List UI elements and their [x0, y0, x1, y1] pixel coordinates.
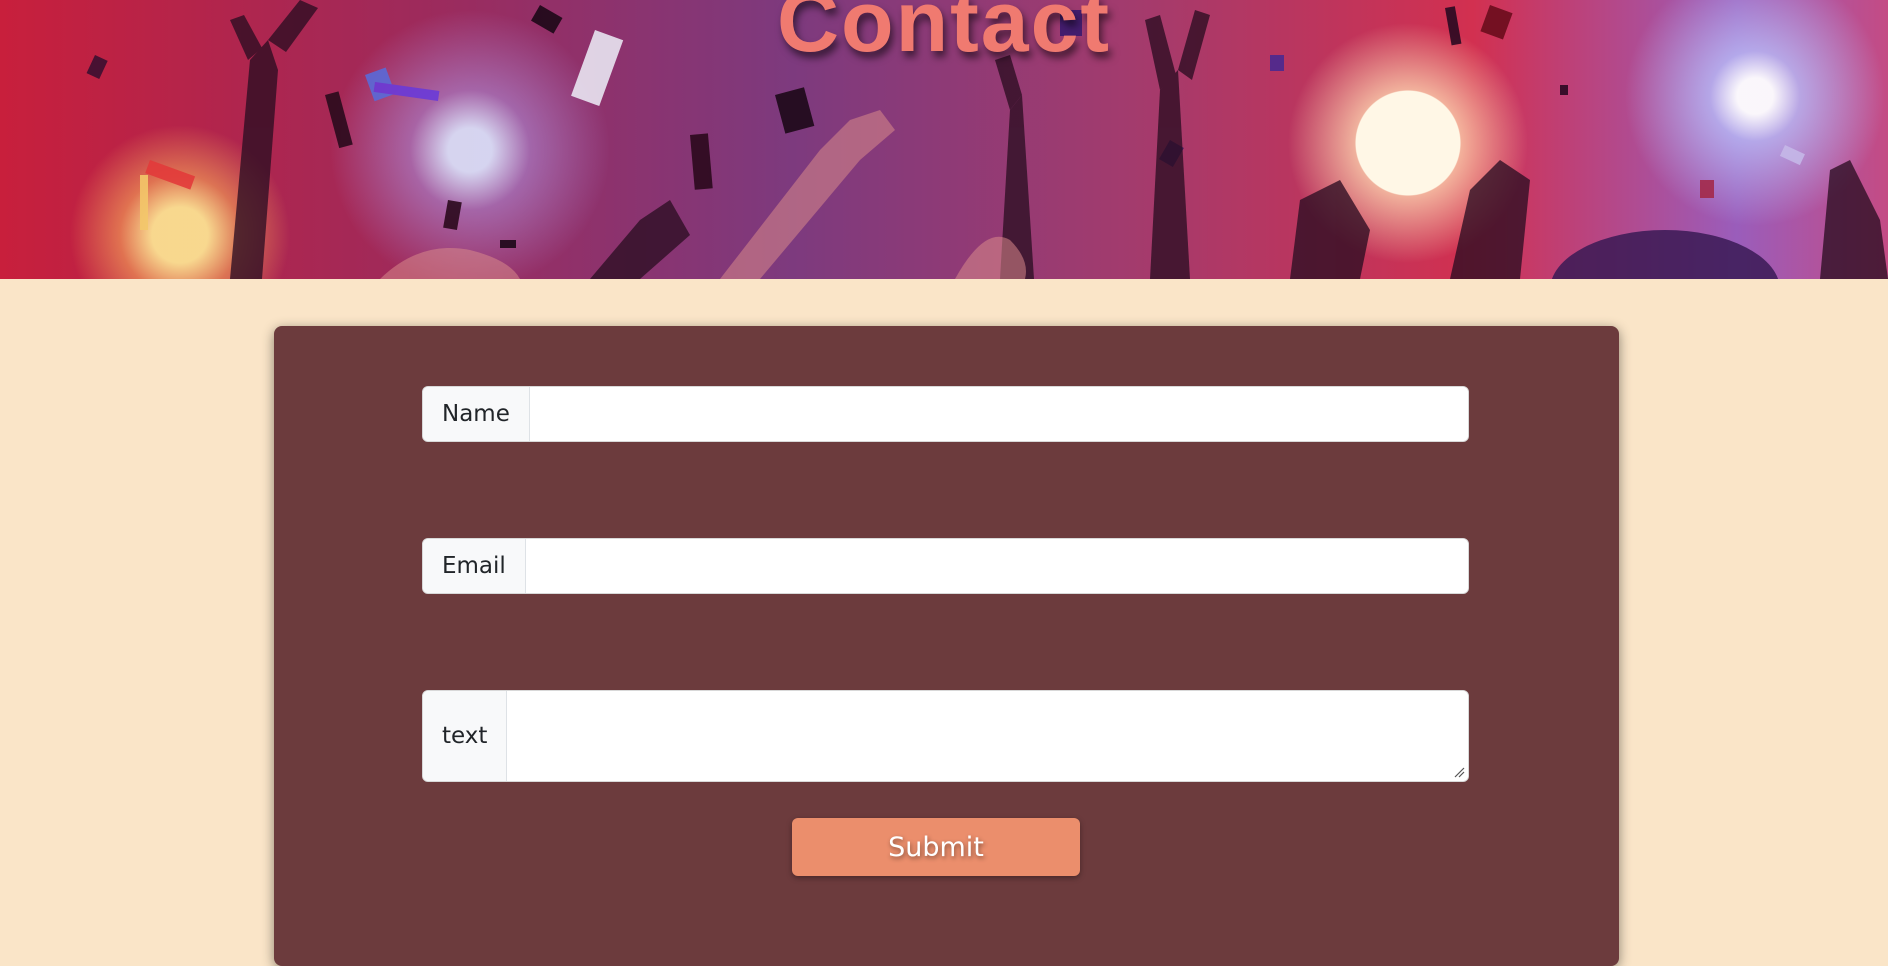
text-input-group: text — [422, 690, 1469, 782]
name-input[interactable] — [529, 387, 1468, 441]
email-input-group: Email — [422, 538, 1469, 594]
name-label: Name — [423, 387, 530, 441]
page-title: Contact — [776, 0, 1112, 70]
resize-handle-icon[interactable] — [1453, 766, 1465, 778]
hero-banner: Contact — [0, 0, 1888, 279]
email-input[interactable] — [525, 539, 1468, 593]
email-label: Email — [423, 539, 526, 593]
text-label: text — [423, 691, 508, 781]
message-textarea[interactable] — [507, 691, 1468, 781]
name-input-group: Name — [422, 386, 1469, 442]
contact-form-card: Name Email text Submit — [274, 326, 1619, 966]
submit-button[interactable]: Submit — [792, 818, 1080, 876]
